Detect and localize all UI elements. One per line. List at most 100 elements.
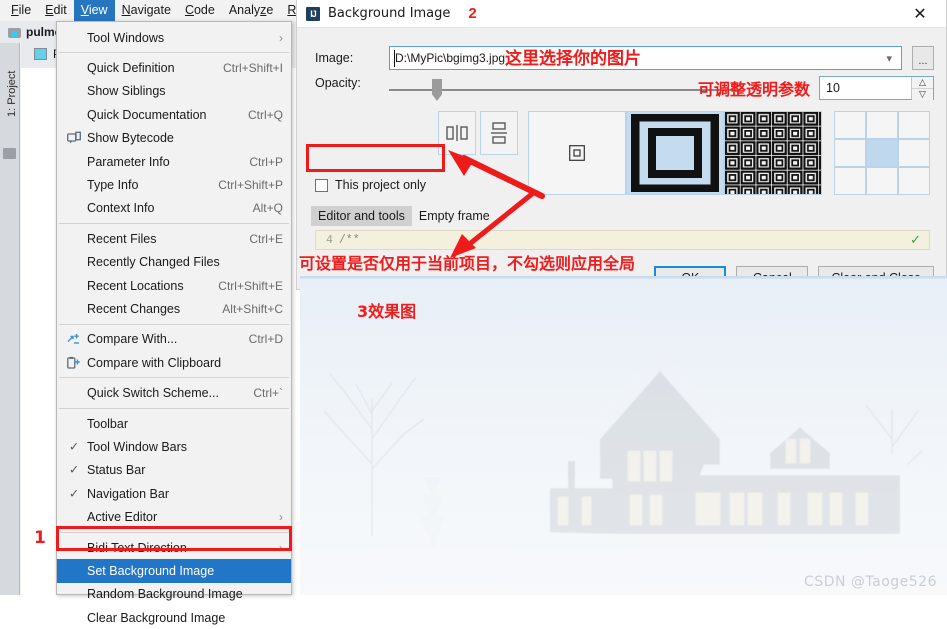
close-icon[interactable]: ✕ [898,0,942,27]
anchor-bottom-left[interactable] [834,167,866,195]
highlight-box-set-background-image [56,526,292,551]
menu-item-type-info[interactable]: Type Info Ctrl+Shift+P [57,173,291,196]
browse-button[interactable]: ... [912,46,934,70]
anchor-bottom-center[interactable] [866,167,898,195]
opacity-spinner[interactable]: 10 △ ▽ [819,76,934,100]
menu-item-tool-window-bars[interactable]: ✓ Tool Window Bars [57,435,291,458]
menu-code[interactable]: Code [178,0,222,21]
menu-item-parameter-info[interactable]: Parameter Info Ctrl+P [57,150,291,173]
structure-icon[interactable] [3,148,16,159]
menu-item-label: Quick Definition [87,61,175,76]
menu-item-label: Recent Changes [87,301,181,316]
menu-item-compare-with-clipboard[interactable]: Compare with Clipboard [57,351,291,374]
tool-window-button-project[interactable]: 1: Project [6,57,18,117]
fill-mode-tile[interactable] [724,111,822,195]
this-project-only-checkbox[interactable] [315,178,328,192]
anchor-middle-right[interactable] [898,139,930,167]
intellij-idea-icon: IJ [306,6,320,21]
menu-item-show-siblings[interactable]: Show Siblings [57,80,291,103]
menu-separator [59,223,289,225]
tool-window-bar-left: 1: Project [0,43,20,595]
menu-analyze[interactable]: Analyze [222,0,280,21]
menu-item-recent-files[interactable]: Recent Files Ctrl+E [57,227,291,250]
menu-item-label: Navigation Bar [87,486,169,501]
tab-editor-and-tools[interactable]: Editor and tools [311,206,412,226]
check-icon: ✓ [69,463,80,478]
spinner-arrows: △ ▽ [911,77,933,100]
menu-item-clear-background-image[interactable]: Clear Background Image [57,606,291,629]
check-icon: ✓ [69,439,80,454]
annotation-effect-hint: 3效果图 [357,302,417,321]
menu-navigate[interactable]: Navigate [115,0,178,21]
menu-item-set-background-image[interactable]: Set Background Image [57,559,291,583]
tab-empty-frame[interactable]: Empty frame [412,206,497,226]
menu-item-navigation-bar[interactable]: ✓ Navigation Bar [57,482,291,505]
opacity-slider-thumb[interactable] [432,79,442,101]
menu-file[interactable]: File [4,0,38,21]
anchor-middle-left[interactable] [834,139,866,167]
menu-edit[interactable]: Edit [38,0,74,21]
menu-item-shortcut: Ctrl+D [248,332,283,347]
menu-item-context-info[interactable]: Context Info Alt+Q [57,197,291,220]
menu-item-shortcut: Ctrl+Shift+I [222,61,283,76]
anchor-top-right[interactable] [898,111,930,139]
menu-item-shortcut: Ctrl+Q [247,107,283,122]
menu-separator [59,377,289,379]
menu-item-label: Quick Documentation [87,107,207,122]
menu-item-recent-changes[interactable]: Recent Changes Alt+Shift+C [57,297,291,320]
chevron-down-icon[interactable]: ▾ [886,52,892,65]
dialog-title: Background Image [328,6,451,21]
opacity-label: Opacity: [315,76,361,90]
flip-horizontal-glyph [446,125,468,141]
anchor-top-center[interactable] [866,111,898,139]
flip-vertical-glyph [491,122,507,144]
anchor-bottom-right[interactable] [898,167,930,195]
image-label: Image: [315,51,354,65]
flip-vertical-icon[interactable] [480,111,518,155]
menu-item-recently-changed-files[interactable]: Recently Changed Files [57,251,291,274]
menu-item-label: Compare with Clipboard [87,355,222,370]
this-project-only-row[interactable]: This project only [315,178,426,192]
menu-bar: File Edit View Navigate Code Analyze Ref… [0,0,320,21]
spinner-up-icon[interactable]: △ [912,77,933,89]
menu-item-label: Recent Locations [87,278,184,293]
menu-item-recent-locations[interactable]: Recent Locations Ctrl+Shift+E [57,274,291,297]
inspection-ok-icon: ✓ [910,232,921,247]
anchor-top-left[interactable] [834,111,866,139]
menu-view[interactable]: View [73,0,115,21]
menu-separator [59,323,289,325]
clipboard-compare-icon [67,356,81,369]
menu-item-label: Context Info [87,201,155,216]
menu-item-compare-with[interactable]: Compare With... Ctrl+D [57,328,291,351]
image-path-value: D:\MyPic\bgimg3.jpg [395,51,506,65]
this-project-only-label: This project only [335,178,427,192]
menu-item-quick-definition[interactable]: Quick Definition Ctrl+Shift+I [57,56,291,79]
fill-mode-center[interactable] [528,111,626,195]
menu-item-status-bar[interactable]: ✓ Status Bar [57,459,291,482]
fill-mode-options [528,111,822,195]
menu-item-quick-switch-scheme[interactable]: Quick Switch Scheme... Ctrl+` [57,381,291,404]
menu-item-shortcut: Ctrl+E [249,231,283,246]
image-path-input[interactable]: D:\MyPic\bgimg3.jpg ▾ [389,46,902,70]
highlight-box-this-project-only [306,144,445,172]
menu-item-label: Random Background Image [87,587,243,602]
menu-item-shortcut: Ctrl+P [249,154,283,169]
menu-item-random-background-image[interactable]: Random Background Image [57,583,291,606]
menu-item-quick-documentation[interactable]: Quick Documentation Ctrl+Q [57,103,291,126]
anchor-center[interactable] [866,139,898,167]
annotation-project-only-hint: 可设置是否仅用于当前项目，不勾选则应用全局 [299,254,636,273]
spinner-down-icon[interactable]: ▽ [912,89,933,100]
annotation-opacity-hint: 可调整透明参数 [698,80,811,99]
menu-item-shortcut: Alt+Q [252,201,283,216]
menu-item-shortcut: Ctrl+` [253,386,283,401]
compare-icon [67,333,81,346]
menu-item-label: Show Siblings [87,84,166,99]
menu-item-show-bytecode[interactable]: Show Bytecode [57,127,291,150]
menu-item-toolbar[interactable]: Toolbar [57,412,291,435]
menu-item-tool-windows[interactable]: Tool Windows › [57,26,291,49]
fill-mode-scale[interactable] [626,111,724,195]
menu-item-label: Toolbar [87,416,128,431]
menu-item-label: Show Bytecode [87,131,174,146]
annotation-step-2: 2 [468,5,477,22]
preview-tabs: Editor and tools Empty frame [311,206,497,226]
